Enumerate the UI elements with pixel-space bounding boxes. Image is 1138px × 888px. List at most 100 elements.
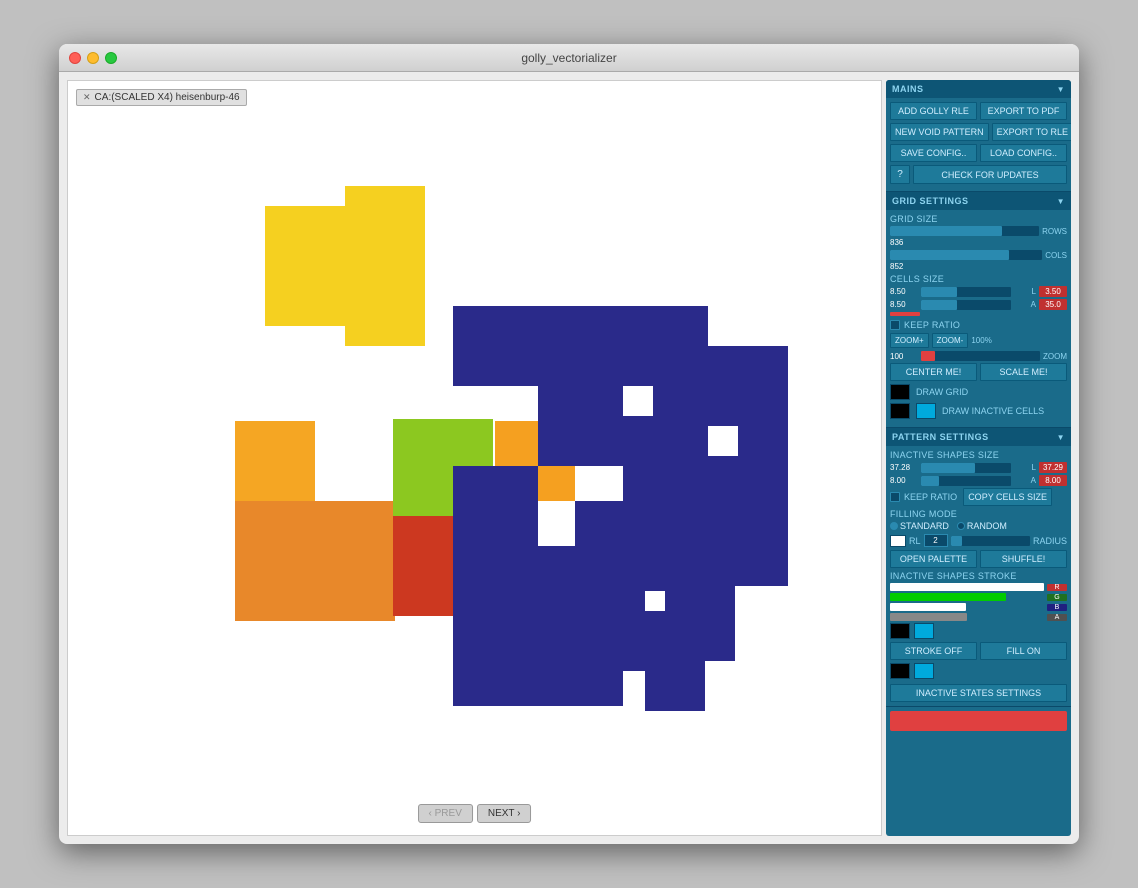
rows-track[interactable] [890, 226, 1039, 236]
palette-shuffle-row: OPEN PALETTE SHUFFLE! [890, 550, 1067, 568]
zoom-track[interactable] [921, 351, 1040, 361]
radius-track[interactable] [951, 536, 1030, 546]
swatch-row [890, 623, 1067, 639]
standard-radio-circle [890, 522, 898, 530]
stroke-r-bar[interactable] [890, 583, 1044, 591]
inactive-l-box: 37.29 [1039, 462, 1067, 473]
help-button[interactable]: ? [890, 165, 910, 184]
cells-size-label: CELLS SIZE [890, 274, 1067, 284]
cell-l-track[interactable] [921, 287, 1011, 297]
inactive-a-track[interactable] [921, 476, 1011, 486]
file-tab[interactable]: ✕ CA:(SCALED X4) heisenburp-46 [76, 89, 247, 106]
draw-grid-swatch[interactable] [890, 384, 910, 400]
inactive-a-label: A [1014, 476, 1036, 485]
stroke-g-row: G [890, 593, 1067, 601]
prev-button[interactable]: ‹ PREV [418, 804, 473, 823]
draw-inactive-swatch1[interactable] [890, 403, 910, 419]
shuffle-button[interactable]: SHUFFLE! [980, 550, 1067, 568]
next-button[interactable]: NEXT › [477, 804, 532, 823]
fill-swatch-row [890, 663, 1067, 679]
cell-a-val: 8.50 [890, 300, 918, 309]
zoom-row: ZOOM+ ZOOM- 100% [890, 333, 1067, 348]
draw-inactive-label: DRAW INACTIVE CELLS [942, 406, 1044, 416]
radius-row: RL 2 RADIUS [890, 534, 1067, 547]
inactive-shapes-label: INACTIVE SHAPES SIZE [890, 450, 1067, 460]
mains-row4: ? CHECK FOR UPDATES [890, 165, 1067, 184]
canvas-area: ✕ CA:(SCALED X4) heisenburp-46 [67, 80, 882, 836]
stroke-r-row: R [890, 583, 1067, 591]
export-pdf-button[interactable]: EXPORT TO PDF [980, 102, 1067, 120]
radius-input[interactable]: 2 [924, 534, 948, 547]
check-updates-button[interactable]: CHECK FOR UPDATES [913, 165, 1067, 184]
maximize-button[interactable] [105, 52, 117, 64]
draw-grid-label: DRAW GRID [916, 387, 968, 397]
cols-val: 852 [890, 262, 918, 271]
rl-label: RL [909, 536, 921, 546]
rows-label: ROWS [1042, 227, 1067, 236]
keep-ratio-label: KEEP RATIO [904, 320, 960, 330]
standard-label: STANDARD [900, 521, 949, 531]
inactive-l-track[interactable] [921, 463, 1011, 473]
standard-radio[interactable]: STANDARD [890, 521, 949, 531]
zoom-minus-button[interactable]: ZOOM- [932, 333, 969, 348]
cell-a-track[interactable] [921, 300, 1011, 310]
cell-l-box: 3.50 [1039, 286, 1067, 297]
draw-inactive-swatch2[interactable] [916, 403, 936, 419]
cell-a-label: A [1014, 300, 1036, 309]
main-content: ✕ CA:(SCALED X4) heisenburp-46 [59, 72, 1079, 844]
zoom-plus-button[interactable]: ZOOM+ [890, 333, 929, 348]
new-void-button[interactable]: NEW VOID PATTERN [890, 123, 989, 141]
pattern-settings-header: PATTERN SETTINGS ▼ [886, 428, 1071, 446]
stroke-a-bar[interactable] [890, 613, 1044, 621]
pattern-canvas[interactable] [135, 131, 815, 811]
right-panel: MAINS ▼ ADD GOLLY RLE EXPORT TO PDF NEW … [886, 80, 1071, 836]
save-config-button[interactable]: SAVE CONFIG.. [890, 144, 977, 162]
random-radio-circle [957, 522, 965, 530]
pattern-settings-section: PATTERN SETTINGS ▼ INACTIVE SHAPES SIZE … [886, 428, 1071, 707]
fill-on-button[interactable]: FILL ON [980, 642, 1067, 660]
close-button[interactable] [69, 52, 81, 64]
stroke-off-button[interactable]: STROKE OFF [890, 642, 977, 660]
inactive-keep-ratio: KEEP RATIO [890, 492, 957, 502]
cell-l-fill [921, 287, 957, 297]
inactive-a-box: 8.00 [1039, 475, 1067, 486]
stroke-b-label: B [1047, 604, 1067, 611]
stroke-b-bar[interactable] [890, 603, 966, 611]
random-radio[interactable]: RANDOM [957, 521, 1007, 531]
mains-body: ADD GOLLY RLE EXPORT TO PDF NEW VOID PAT… [886, 98, 1071, 191]
cell-l-label: L [1014, 287, 1036, 296]
add-golly-button[interactable]: ADD GOLLY RLE [890, 102, 977, 120]
export-rle-button[interactable]: EXPORT TO RLE [992, 123, 1071, 141]
pattern-settings-body: INACTIVE SHAPES SIZE 37.28 L 37.29 8.00 [886, 446, 1071, 706]
keep-ratio-checkbox[interactable] [890, 320, 900, 330]
inactive-states-button[interactable]: INACTIVE STATES SETTINGS [890, 684, 1067, 702]
small-swatch[interactable] [914, 623, 934, 639]
mains-row3: SAVE CONFIG.. LOAD CONFIG.. [890, 144, 1067, 162]
rl-swatch[interactable] [890, 535, 906, 547]
mains-row2: NEW VOID PATTERN EXPORT TO RLE [890, 123, 1067, 141]
cell-a-row: 8.50 A 35.0 [890, 299, 1067, 310]
cols-label: COLS [1045, 251, 1067, 260]
cols-track[interactable] [890, 250, 1042, 260]
radius-fill [951, 536, 963, 546]
scroll-indicator [890, 711, 1067, 731]
inactive-keep-ratio-label: KEEP RATIO [904, 492, 957, 502]
inactive-keep-ratio-checkbox[interactable] [890, 492, 900, 502]
stroke-swatch[interactable] [890, 623, 910, 639]
pattern-settings-title: PATTERN SETTINGS [892, 432, 989, 442]
rows-val: 836 [890, 238, 918, 247]
window-title: golly_vectorializer [521, 51, 616, 65]
filling-mode-label: FILLING MODE [890, 509, 1067, 519]
load-config-button[interactable]: LOAD CONFIG.. [980, 144, 1067, 162]
stroke-g-bar[interactable] [890, 593, 1044, 601]
keep-ratio-row: KEEP RATIO [890, 320, 1067, 330]
scale-me-button[interactable]: SCALE ME! [980, 363, 1067, 381]
app-window: golly_vectorializer ✕ CA:(SCALED X4) hei… [59, 44, 1079, 844]
center-me-button[interactable]: CENTER ME! [890, 363, 977, 381]
copy-cells-button[interactable]: COPY CELLS SIZE [963, 488, 1052, 506]
zoom-pct: 100% [971, 336, 991, 345]
fill-swatch1[interactable] [890, 663, 910, 679]
open-palette-button[interactable]: OPEN PALETTE [890, 550, 977, 568]
fill-swatch2[interactable] [914, 663, 934, 679]
minimize-button[interactable] [87, 52, 99, 64]
